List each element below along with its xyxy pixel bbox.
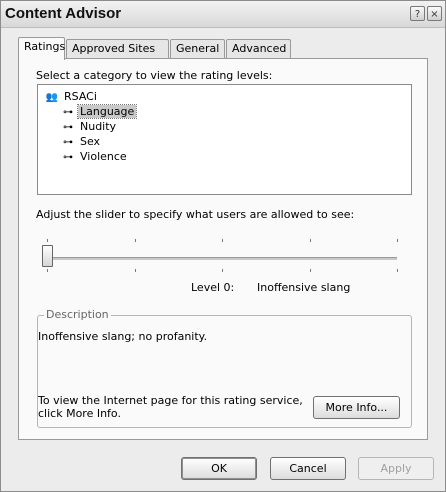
close-icon[interactable]: × bbox=[427, 6, 442, 21]
tree-item-label: Violence bbox=[80, 150, 127, 163]
window-title: Content Advisor bbox=[5, 5, 122, 22]
tree-root-rsaci[interactable]: 👥 RSACi bbox=[42, 89, 99, 104]
tree-item-nudity[interactable]: ⊶ Nudity bbox=[58, 119, 118, 134]
level-label: Level 0: bbox=[191, 281, 235, 294]
slider-prompt: Adjust the slider to specify what users … bbox=[36, 208, 355, 221]
key-icon: ⊶ bbox=[63, 107, 73, 118]
slider-tick bbox=[222, 269, 223, 272]
content-advisor-window: Content Advisor ? × Ratings Approved Sit… bbox=[0, 0, 446, 492]
slider-tick bbox=[47, 269, 48, 272]
category-tree[interactable]: 👥 RSACi ⊶ Language ⊶ Nudity ⊶ Sex ⊶ Violence bbox=[37, 84, 412, 195]
key-icon: ⊶ bbox=[63, 152, 73, 163]
level-value: Inoffensive slang bbox=[257, 281, 351, 294]
description-group: Description Inoffensive slang; no profan… bbox=[37, 308, 412, 428]
key-icon: ⊶ bbox=[63, 122, 73, 133]
key-icon: ⊶ bbox=[63, 137, 73, 148]
tab-approved-sites[interactable]: Approved Sites bbox=[66, 39, 169, 58]
slider-tick bbox=[135, 269, 136, 272]
cancel-button[interactable]: Cancel bbox=[270, 457, 346, 480]
tree-root-label: RSACi bbox=[64, 90, 97, 103]
slider-tick bbox=[47, 239, 48, 242]
tab-general[interactable]: General bbox=[170, 39, 225, 58]
apply-button[interactable]: Apply bbox=[358, 457, 434, 480]
rating-slider-track[interactable] bbox=[47, 257, 397, 260]
rating-service-icon: 👥 bbox=[45, 92, 59, 103]
select-category-prompt: Select a category to view the rating lev… bbox=[36, 69, 273, 82]
ratings-panel: Select a category to view the rating lev… bbox=[18, 58, 428, 440]
slider-tick bbox=[397, 239, 398, 242]
tree-item-label: Language bbox=[76, 104, 138, 119]
tree-item-violence[interactable]: ⊶ Violence bbox=[58, 149, 129, 164]
title-bar: Content Advisor ? × bbox=[1, 1, 445, 28]
tree-item-language[interactable]: ⊶ Language bbox=[58, 104, 138, 119]
more-info-button[interactable]: More Info... bbox=[313, 396, 400, 419]
tree-item-label: Sex bbox=[80, 135, 101, 148]
slider-tick bbox=[135, 239, 136, 242]
rating-slider-thumb[interactable] bbox=[42, 245, 53, 267]
tree-item-label: Nudity bbox=[80, 120, 117, 133]
tab-ratings[interactable]: Ratings bbox=[18, 37, 65, 60]
slider-tick bbox=[310, 239, 311, 242]
slider-tick bbox=[310, 269, 311, 272]
ok-button[interactable]: OK bbox=[181, 457, 257, 480]
tree-item-sex[interactable]: ⊶ Sex bbox=[58, 134, 102, 149]
description-legend: Description bbox=[44, 308, 111, 321]
slider-tick bbox=[397, 269, 398, 272]
help-icon[interactable]: ? bbox=[410, 6, 425, 21]
more-info-hint: To view the Internet page for this ratin… bbox=[38, 394, 303, 420]
description-text: Inoffensive slang; no profanity. bbox=[38, 330, 208, 343]
tab-advanced[interactable]: Advanced bbox=[226, 39, 291, 58]
slider-tick bbox=[222, 239, 223, 242]
